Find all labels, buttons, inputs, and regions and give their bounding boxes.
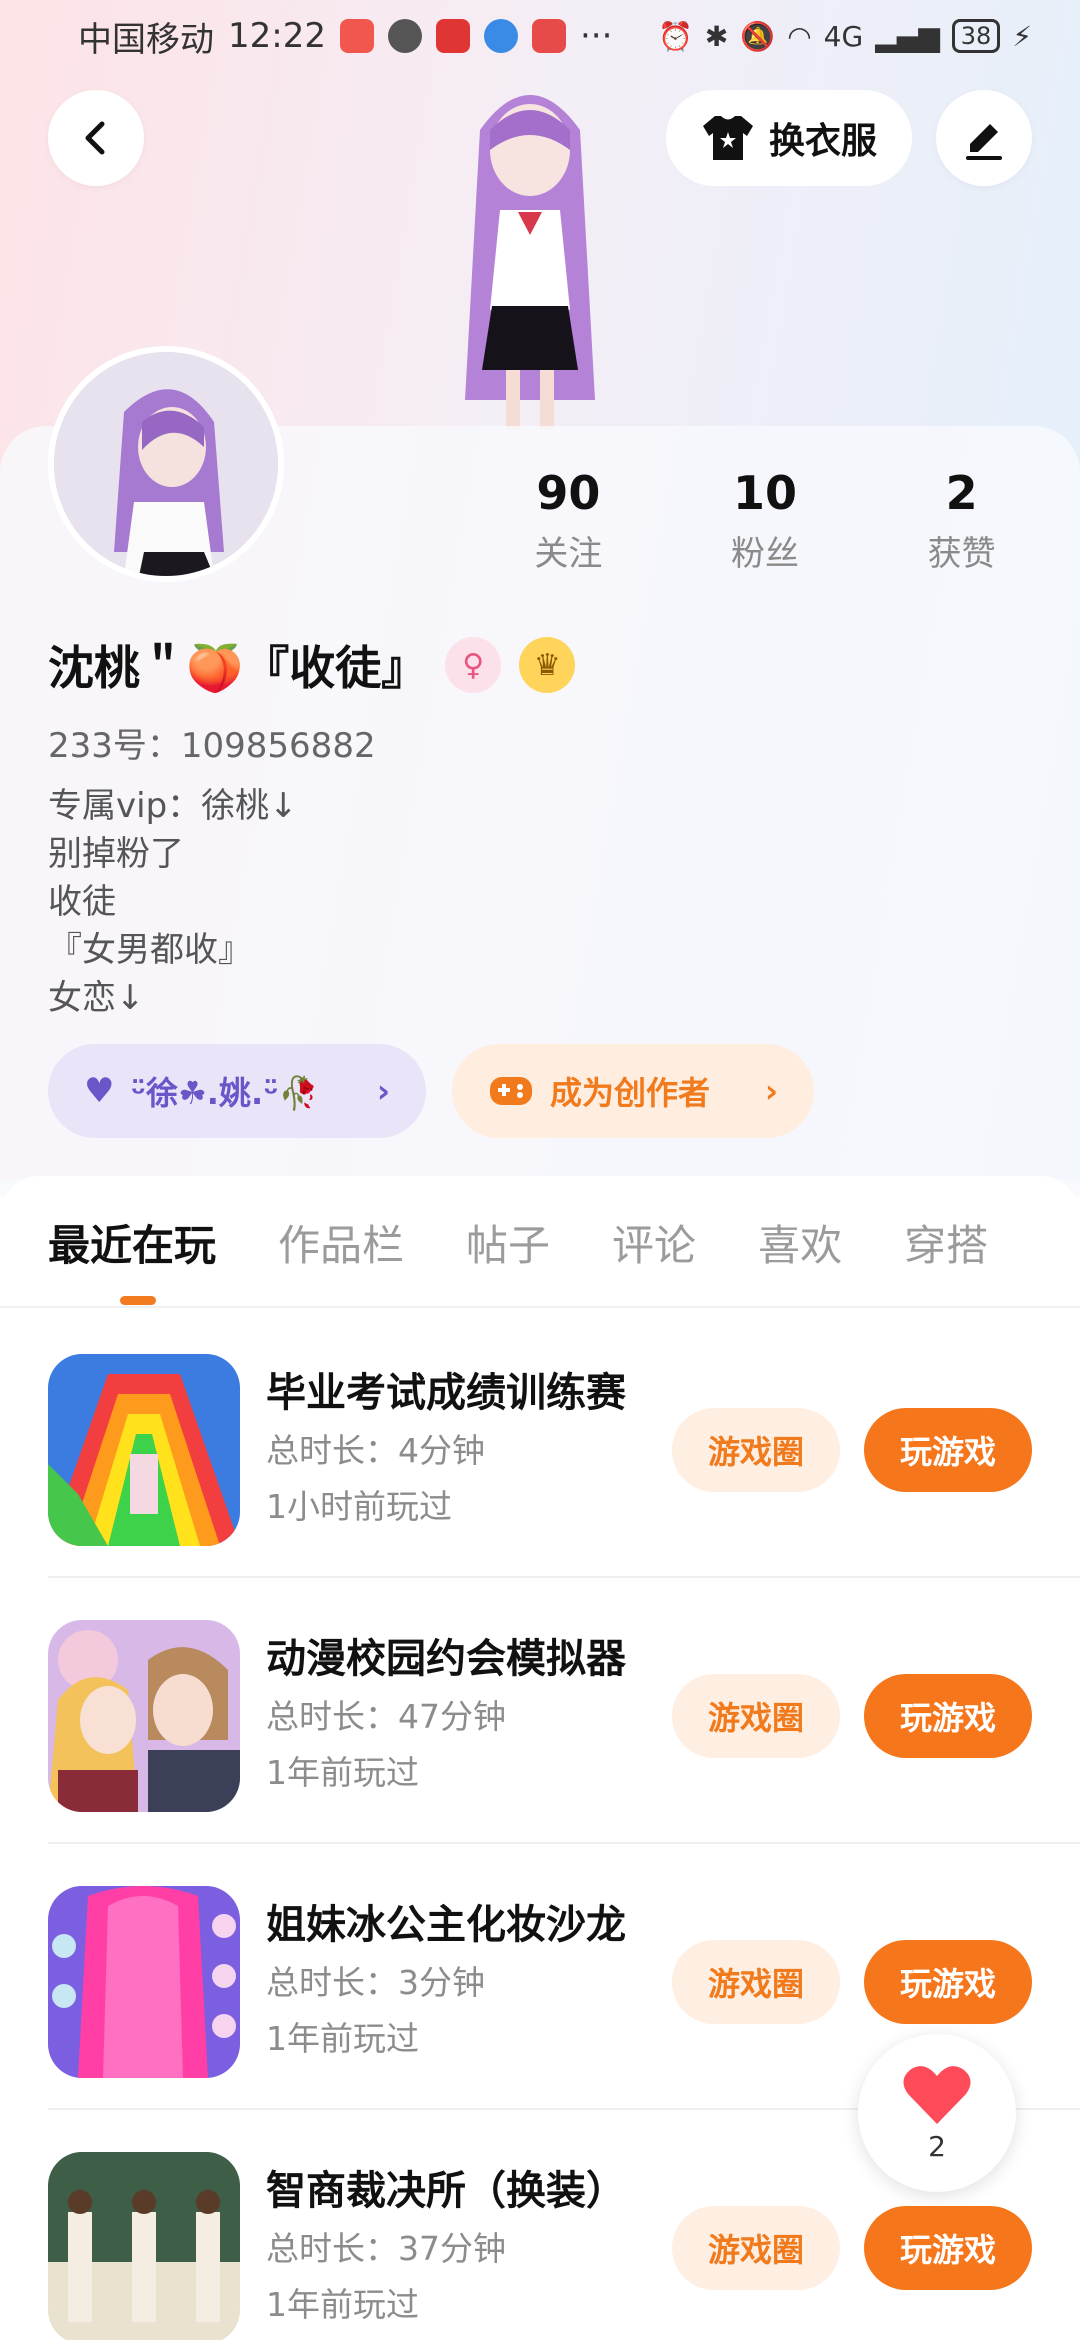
- tab-outfits[interactable]: 穿搭: [904, 1212, 988, 1273]
- following-count: 90: [536, 466, 601, 520]
- reader-app-icon: [531, 19, 566, 53]
- following-stat[interactable]: 90 关注: [470, 466, 667, 575]
- pen-icon: [966, 124, 1002, 160]
- followers-label: 粉丝: [731, 534, 799, 574]
- game-thumbnail[interactable]: [48, 1620, 240, 1812]
- like-count: 2: [928, 2129, 946, 2163]
- edit-profile-button[interactable]: [936, 90, 1032, 186]
- wifi-icon: ◠: [787, 19, 812, 53]
- browser-icon: [483, 19, 518, 53]
- network-type-label: 4G: [823, 19, 864, 53]
- crown-badge-icon[interactable]: ♛: [519, 637, 576, 693]
- bio-line: 别掉粉了: [48, 834, 184, 874]
- tabs-divider: [0, 1306, 1080, 1308]
- game-thumbnail-image: [48, 1886, 240, 2078]
- chevron-left-icon: [85, 121, 105, 155]
- play-game-button[interactable]: 玩游戏: [864, 2206, 1032, 2290]
- heart-icon: ♥: [84, 1071, 115, 1111]
- following-label: 关注: [534, 534, 603, 574]
- avatar[interactable]: [48, 346, 284, 582]
- likes-count: 2: [945, 466, 978, 520]
- game-circle-button[interactable]: 游戏圈: [672, 2206, 840, 2290]
- bio-line: 专属vip：徐桃↓: [48, 786, 298, 826]
- back-button[interactable]: [48, 90, 144, 186]
- notification-app-icon: [435, 19, 470, 53]
- game-title: 毕业考试成绩训练赛: [266, 1370, 626, 1416]
- user-id: 233号：109856882: [48, 726, 376, 766]
- become-creator-label: 成为创作者: [550, 1074, 711, 1112]
- game-circle-button[interactable]: 游戏圈: [672, 1674, 840, 1758]
- followers-count: 10: [733, 466, 798, 520]
- profile-tabs: 最近在玩 作品栏 帖子 评论 喜欢 穿搭: [48, 1212, 1050, 1273]
- female-gender-icon: ♀: [445, 637, 502, 693]
- tab-works[interactable]: 作品栏: [278, 1212, 404, 1273]
- game-list-item[interactable]: 毕业考试成绩训练赛 总时长：4分钟 1小时前玩过 游戏圈 玩游戏: [48, 1312, 1080, 1578]
- change-outfit-button[interactable]: 换衣服: [666, 90, 912, 186]
- avatar-3d-character[interactable]: [420, 70, 640, 430]
- game-duration: 总时长：4分钟: [266, 1431, 485, 1470]
- likes-label: 获赞: [927, 534, 996, 574]
- game-duration: 总时长：3分钟: [266, 1963, 485, 2002]
- likes-stat[interactable]: 2 获赞: [863, 466, 1060, 575]
- alarm-icon: ⏰: [658, 19, 693, 53]
- bio-line: 『女男都收』: [48, 930, 252, 970]
- wechat-icon: [387, 19, 422, 53]
- tshirt-icon: [702, 116, 753, 160]
- change-outfit-label: 换衣服: [768, 121, 877, 162]
- signal-icon: ▂▄▆: [875, 19, 940, 53]
- play-game-button[interactable]: 玩游戏: [864, 1940, 1032, 2024]
- game-thumbnail[interactable]: [48, 1886, 240, 2078]
- avatar-image: [54, 352, 278, 576]
- bluetooth-icon: ✱: [704, 19, 729, 53]
- tab-recently-played[interactable]: 最近在玩: [48, 1212, 216, 1273]
- more-notifications-icon: ···: [579, 16, 613, 56]
- game-thumbnail[interactable]: [48, 2152, 240, 2340]
- play-game-button[interactable]: 玩游戏: [864, 1674, 1032, 1758]
- game-circle-button[interactable]: 游戏圈: [672, 1408, 840, 1492]
- floating-like-button[interactable]: 2: [858, 2034, 1016, 2192]
- status-bar: 中国移动 12:22 ··· ⏰ ✱ 🔕 ◠ 4G ▂▄▆ 38 ⚡: [0, 0, 1080, 72]
- game-thumbnail[interactable]: [48, 1354, 240, 1546]
- heart-icon: [903, 2065, 971, 2124]
- guardian-name: ᵕ̈徐☘︎.姚.ᵕ̈🥀: [130, 1074, 319, 1112]
- guardian-pill[interactable]: ♥ ᵕ̈徐☘︎.姚.ᵕ̈🥀 ›: [48, 1044, 426, 1138]
- game-title: 姐妹冰公主化妆沙龙: [266, 1902, 626, 1948]
- game-list-item[interactable]: 动漫校园约会模拟器 总时长：47分钟 1年前玩过 游戏圈 玩游戏: [48, 1578, 1080, 1844]
- tab-indicator: [120, 1296, 156, 1305]
- game-thumbnail-image: [48, 1620, 240, 1812]
- bio-line: 女恋↓: [48, 978, 145, 1018]
- followers-stat[interactable]: 10 粉丝: [667, 466, 864, 575]
- game-last-played: 1年前玩过: [266, 2019, 419, 2058]
- game-thumbnail-image: [48, 2152, 240, 2340]
- game-duration: 总时长：37分钟: [266, 2229, 506, 2268]
- play-game-button[interactable]: 玩游戏: [864, 1408, 1032, 1492]
- become-creator-button[interactable]: 成为创作者 ›: [452, 1044, 814, 1138]
- game-title: 智商裁决所（换装）: [266, 2168, 626, 2214]
- game-circle-button[interactable]: 游戏圈: [672, 1940, 840, 2024]
- tab-comments[interactable]: 评论: [612, 1212, 696, 1273]
- tab-likes[interactable]: 喜欢: [758, 1212, 842, 1273]
- name-row: 沈桃＂🍑『收徒』 ♀ ♛: [48, 632, 576, 698]
- user-name: 沈桃＂🍑『收徒』: [48, 641, 428, 695]
- charging-icon: ⚡: [1012, 19, 1032, 53]
- chevron-right-icon: ›: [764, 1072, 778, 1110]
- carrier-label: 中国移动: [78, 19, 214, 60]
- user-bio: 专属vip：徐桃↓ 别掉粉了 收徒 『女男都收』 女恋↓: [48, 782, 298, 1022]
- game-thumbnail-image: [48, 1354, 240, 1546]
- bio-line: 收徒: [48, 882, 116, 922]
- game-duration: 总时长：47分钟: [266, 1697, 506, 1736]
- gamepad-icon: [490, 1077, 532, 1105]
- game-title: 动漫校园约会模拟器: [266, 1636, 626, 1682]
- profile-stats: 90 关注 10 粉丝 2 获赞: [470, 466, 1060, 575]
- time-label: 12:22: [228, 16, 326, 56]
- notification-app-icon: [339, 19, 374, 53]
- game-last-played: 1年前玩过: [266, 2285, 419, 2324]
- mute-icon: 🔕: [740, 19, 776, 53]
- game-last-played: 1小时前玩过: [266, 1487, 452, 1526]
- battery-icon: 38: [951, 19, 1001, 53]
- game-last-played: 1年前玩过: [266, 1753, 419, 1792]
- chevron-right-icon: ›: [376, 1072, 390, 1110]
- tab-posts[interactable]: 帖子: [466, 1212, 550, 1273]
